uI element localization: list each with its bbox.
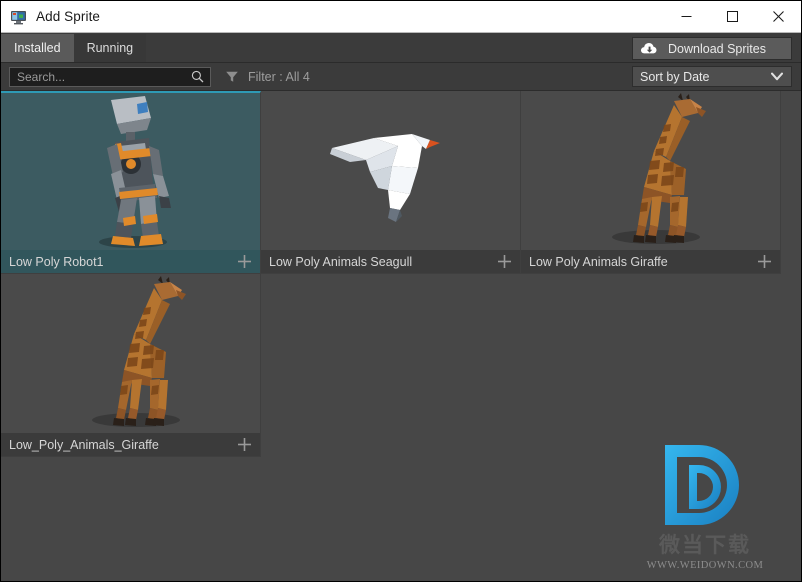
add-sprite-button[interactable]: [237, 254, 260, 269]
close-icon: [772, 11, 784, 22]
tab-running[interactable]: Running: [73, 34, 147, 62]
plus-icon: [758, 255, 771, 268]
sprite-tile-bar: Low Poly Animals Giraffe: [521, 250, 780, 273]
tab-running-label: Running: [86, 41, 134, 55]
filter-label: Filter : All 4: [248, 69, 310, 84]
filter-bar: Filter : All 4 Sort by Date: [1, 63, 801, 91]
search-input[interactable]: [10, 69, 191, 84]
sprite-tile-bar: Low_Poly_Animals_Giraffe: [1, 433, 260, 456]
chevron-down-icon: [771, 72, 783, 81]
close-button[interactable]: [755, 1, 801, 33]
tab-installed-label: Installed: [14, 41, 61, 55]
plus-icon: [498, 255, 511, 268]
sprite-thumbnail: [521, 91, 780, 250]
sprite-name: Low Poly Robot1: [9, 254, 104, 269]
sprite-grid-area: Low Poly Robot1 Low Poly Animals Seagull: [1, 91, 801, 581]
download-sprites-label: Download Sprites: [668, 41, 766, 56]
titlebar: Add Sprite: [1, 1, 801, 33]
plus-icon: [238, 255, 251, 268]
window-controls: [663, 1, 801, 33]
funnel-icon[interactable]: [225, 70, 239, 84]
search-icon: [191, 70, 204, 83]
minimize-icon: [681, 16, 691, 17]
sprite-thumbnail-robot: [98, 95, 171, 248]
search-box[interactable]: [9, 66, 211, 87]
monitor-sprite-icon: [10, 8, 28, 26]
add-sprite-button[interactable]: [497, 254, 520, 269]
sort-dropdown-value: Sort by Date: [640, 69, 710, 84]
sprite-thumbnail-giraffe: [611, 92, 706, 244]
add-sprite-button[interactable]: [757, 254, 780, 269]
sprite-name: Low_Poly_Animals_Giraffe: [9, 437, 159, 452]
sort-dropdown[interactable]: Sort by Date: [632, 66, 792, 87]
cloud-download-icon: [641, 43, 657, 54]
plus-icon: [238, 438, 251, 451]
minimize-button[interactable]: [663, 1, 709, 33]
sprite-thumbnail: [1, 274, 260, 433]
watermark-url-text: WWW.WEIDOWN.COM: [646, 560, 764, 571]
tab-installed[interactable]: Installed: [1, 34, 74, 62]
sprite-tile[interactable]: Low Poly Robot1: [1, 91, 261, 274]
sprite-tile[interactable]: Low Poly Animals Giraffe: [521, 91, 781, 274]
sprite-grid: Low Poly Robot1 Low Poly Animals Seagull: [1, 91, 801, 457]
tab-strip: Installed Running Download Sprites: [1, 33, 801, 63]
watermark: 微当下载 WWW.WEIDOWN.COM: [635, 441, 775, 571]
sprite-tile-bar: Low Poly Animals Seagull: [261, 250, 520, 273]
add-sprite-button[interactable]: [237, 437, 260, 452]
sprite-thumbnail: [261, 91, 520, 250]
sprite-tile[interactable]: Low_Poly_Animals_Giraffe: [1, 274, 261, 457]
maximize-button[interactable]: [709, 1, 755, 33]
watermark-cn-text: 微当下载: [659, 533, 751, 557]
sprite-thumbnail-seagull: [329, 133, 440, 222]
download-sprites-button[interactable]: Download Sprites: [632, 37, 792, 60]
sprite-thumbnail: [1, 93, 260, 250]
maximize-icon: [726, 11, 738, 22]
sprite-thumbnail-giraffe: [91, 275, 186, 427]
window-title: Add Sprite: [36, 9, 101, 24]
sprite-tile-bar: Low Poly Robot1: [1, 250, 260, 273]
sprite-name: Low Poly Animals Giraffe: [529, 254, 668, 269]
sprite-tile[interactable]: Low Poly Animals Seagull: [261, 91, 521, 274]
sprite-name: Low Poly Animals Seagull: [269, 254, 413, 269]
add-sprite-window: Add Sprite Installed Running Download Sp…: [0, 0, 802, 582]
